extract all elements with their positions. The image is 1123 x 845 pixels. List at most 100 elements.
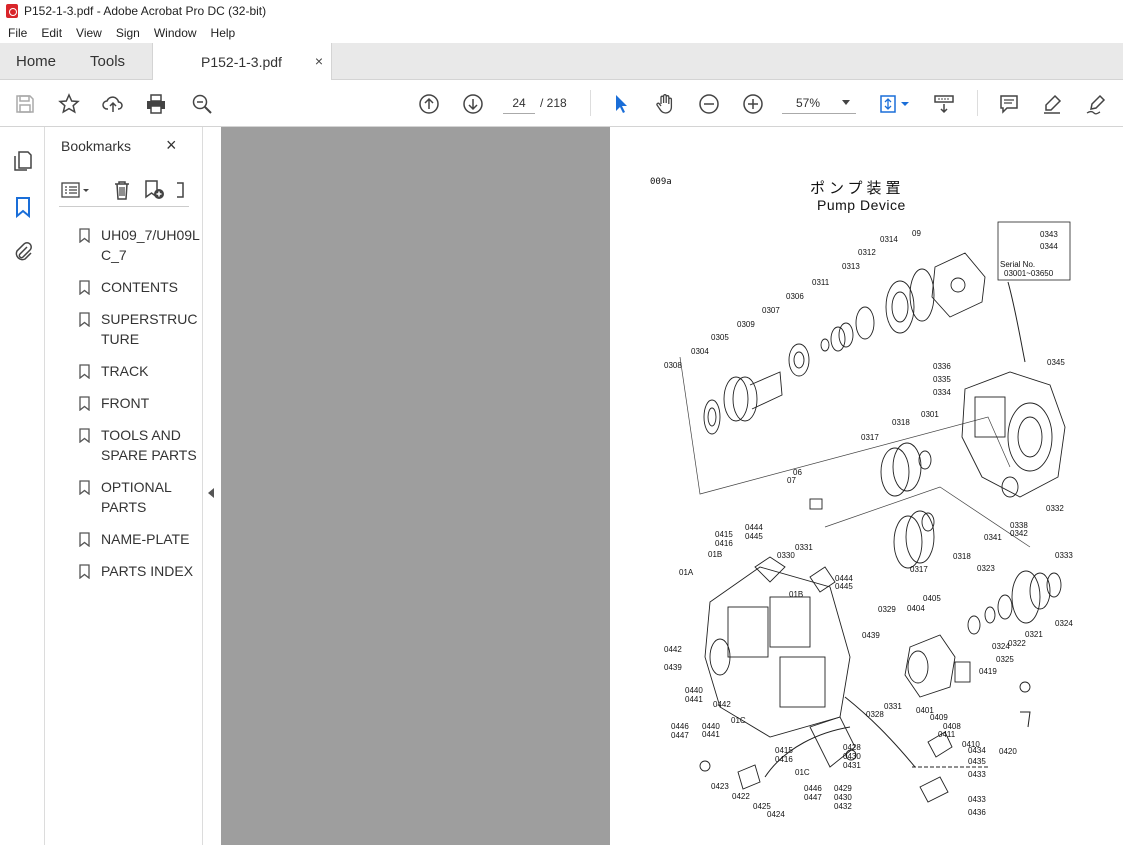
zoom-out-icon[interactable] <box>697 92 721 116</box>
bookmark-item[interactable]: OPTIONAL PARTS <box>79 477 201 517</box>
part-number-label: 0307 <box>762 306 780 315</box>
bookmark-panel-icon[interactable] <box>11 195 35 219</box>
part-number-label: 0343 <box>1040 230 1058 239</box>
part-number-label: 0441 <box>685 695 703 704</box>
bookmark-label: FRONT <box>101 395 150 411</box>
document-canvas[interactable]: 009a ポンプ装置 Pump Device Serial No. 03001~… <box>221 127 1123 845</box>
serial-range: 03001~03650 <box>1004 269 1054 278</box>
menu-bar: File Edit View Sign Window Help <box>0 22 1123 43</box>
part-number-label: 0341 <box>984 533 1002 542</box>
left-rail <box>0 127 45 845</box>
bookmark-options-icon[interactable] <box>61 179 91 201</box>
bookmark-item[interactable]: TRACK <box>79 361 201 381</box>
part-number-label: 0411 <box>938 730 956 739</box>
part-number-label: 0447 <box>671 731 689 740</box>
part-number-label: 0439 <box>664 663 682 672</box>
part-number-label: 0431 <box>843 761 861 770</box>
bookmark-item[interactable]: PARTS INDEX <box>79 561 201 581</box>
part-number-label: 0446 <box>804 784 822 793</box>
print-icon[interactable] <box>144 92 168 116</box>
menu-help[interactable]: Help <box>203 26 242 40</box>
part-number-label: 0323 <box>977 564 995 573</box>
part-number-label: 0420 <box>999 747 1017 756</box>
scroll-mode-icon[interactable] <box>932 92 956 116</box>
bookmark-item[interactable]: TOOLS AND SPARE PARTS <box>79 425 201 465</box>
bookmark-label: CONTENTS <box>101 279 178 295</box>
part-number-label: 0335 <box>933 375 951 384</box>
menu-view[interactable]: View <box>68 26 108 40</box>
tab-tools[interactable]: Tools <box>72 43 141 80</box>
part-number-label: 0415 <box>775 746 793 755</box>
chevron-down-icon <box>842 100 850 105</box>
bookmark-item[interactable]: CONTENTS <box>79 277 201 297</box>
more-tools-icon[interactable] <box>175 179 185 201</box>
sign-pen-icon[interactable] <box>1084 92 1108 116</box>
tab-document[interactable]: P152-1-3.pdf × <box>152 43 332 80</box>
menu-sign[interactable]: Sign <box>108 26 146 40</box>
tab-close-icon[interactable]: × <box>315 53 323 69</box>
bookmark-item[interactable]: NAME-PLATE <box>79 529 201 549</box>
upload-cloud-icon[interactable] <box>101 92 125 116</box>
panel-collapse-handle[interactable] <box>203 127 221 845</box>
part-number-label: 01C <box>731 716 746 725</box>
page-count: / 218 <box>540 96 567 110</box>
menu-file[interactable]: File <box>0 26 33 40</box>
bookmark-icon <box>79 364 90 379</box>
highlight-pen-icon[interactable] <box>1040 92 1064 116</box>
shaft-assembly <box>703 252 986 435</box>
part-number-label: 0429 <box>834 784 852 793</box>
part-number-label: 0322 <box>1008 639 1026 648</box>
bookmark-icon <box>79 480 90 495</box>
menu-edit[interactable]: Edit <box>33 26 68 40</box>
delete-bookmark-icon[interactable] <box>111 179 133 201</box>
bookmark-item[interactable]: FRONT <box>79 393 201 413</box>
bookmark-item[interactable]: SUPERSTRUCTURE <box>79 309 201 349</box>
part-number-label: 0445 <box>835 582 853 591</box>
zoom-select[interactable]: 57% <box>782 92 856 114</box>
part-number-label: 0424 <box>767 810 785 819</box>
part-number-label: 0325 <box>996 655 1014 664</box>
menu-window[interactable]: Window <box>146 26 203 40</box>
collapse-arrow-icon <box>208 488 214 498</box>
bookmark-item[interactable]: UH09_7/UH09LC_7 <box>79 225 201 265</box>
attachment-icon[interactable] <box>11 240 35 264</box>
next-page-icon[interactable] <box>461 92 485 116</box>
bookmark-label: TOOLS AND SPARE PARTS <box>101 427 197 463</box>
part-number-label: 0345 <box>1047 358 1065 367</box>
zoom-in-icon[interactable] <box>741 92 765 116</box>
part-number-label: 0329 <box>878 605 896 614</box>
bookmarks-close-icon[interactable]: × <box>166 135 177 156</box>
zoom-search-icon[interactable] <box>190 92 214 116</box>
exploded-parts-diagram: Serial No. 03001~03650 03430344090314031… <box>664 221 1073 819</box>
previous-page-icon[interactable] <box>417 92 441 116</box>
part-number-label: 0419 <box>979 667 997 676</box>
page-thumbnails-icon[interactable] <box>11 149 35 173</box>
part-number-label: 0439 <box>862 631 880 640</box>
part-number-label: 0434 <box>968 746 986 755</box>
bookmark-list: UH09_7/UH09LC_7 CONTENTS SUPERSTRUCTURE … <box>79 225 201 593</box>
part-number-label: 0442 <box>713 700 731 709</box>
hand-tool-icon[interactable] <box>653 92 677 116</box>
bookmark-label: SUPERSTRUCTURE <box>101 311 198 347</box>
fit-page-dropdown-icon[interactable] <box>900 92 910 116</box>
part-number-label: 0306 <box>786 292 804 301</box>
part-number-label: 0440 <box>685 686 703 695</box>
save-icon[interactable] <box>13 92 37 116</box>
tab-home[interactable]: Home <box>0 43 72 80</box>
part-number-label: 01B <box>708 550 722 559</box>
bookmarks-panel: Bookmarks × UH09_7/UH09LC_7 CONTENTS SUP… <box>45 127 203 845</box>
main-pump-bodies <box>704 556 856 768</box>
part-number-label: 0328 <box>866 710 884 719</box>
fit-page-icon[interactable] <box>876 92 900 116</box>
part-number-label: 0332 <box>1046 504 1064 513</box>
bookmark-icon <box>79 428 90 443</box>
gear-assembly <box>809 442 1062 635</box>
toolbar-divider <box>590 90 591 116</box>
part-number-label: 0330 <box>777 551 795 560</box>
new-bookmark-icon[interactable] <box>143 179 165 201</box>
comment-icon[interactable] <box>997 92 1021 116</box>
select-cursor-icon[interactable] <box>609 92 633 116</box>
page-number-input[interactable] <box>503 92 535 114</box>
part-number-label: 0308 <box>664 361 682 370</box>
star-icon[interactable] <box>57 92 81 116</box>
